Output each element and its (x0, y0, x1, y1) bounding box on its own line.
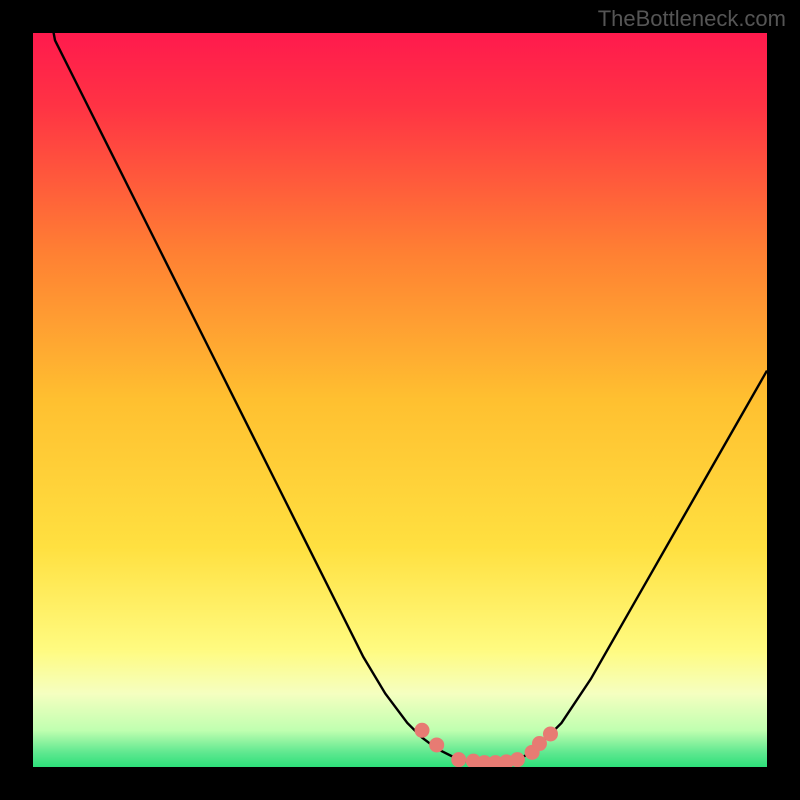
watermark-text: TheBottleneck.com (598, 6, 786, 32)
marker-point (415, 723, 430, 738)
marker-point (451, 752, 466, 767)
chart-background (33, 33, 767, 767)
marker-point (510, 752, 525, 767)
chart-svg (33, 33, 767, 767)
marker-point (429, 737, 444, 752)
chart-plot-area (33, 33, 767, 767)
marker-point (543, 726, 558, 741)
